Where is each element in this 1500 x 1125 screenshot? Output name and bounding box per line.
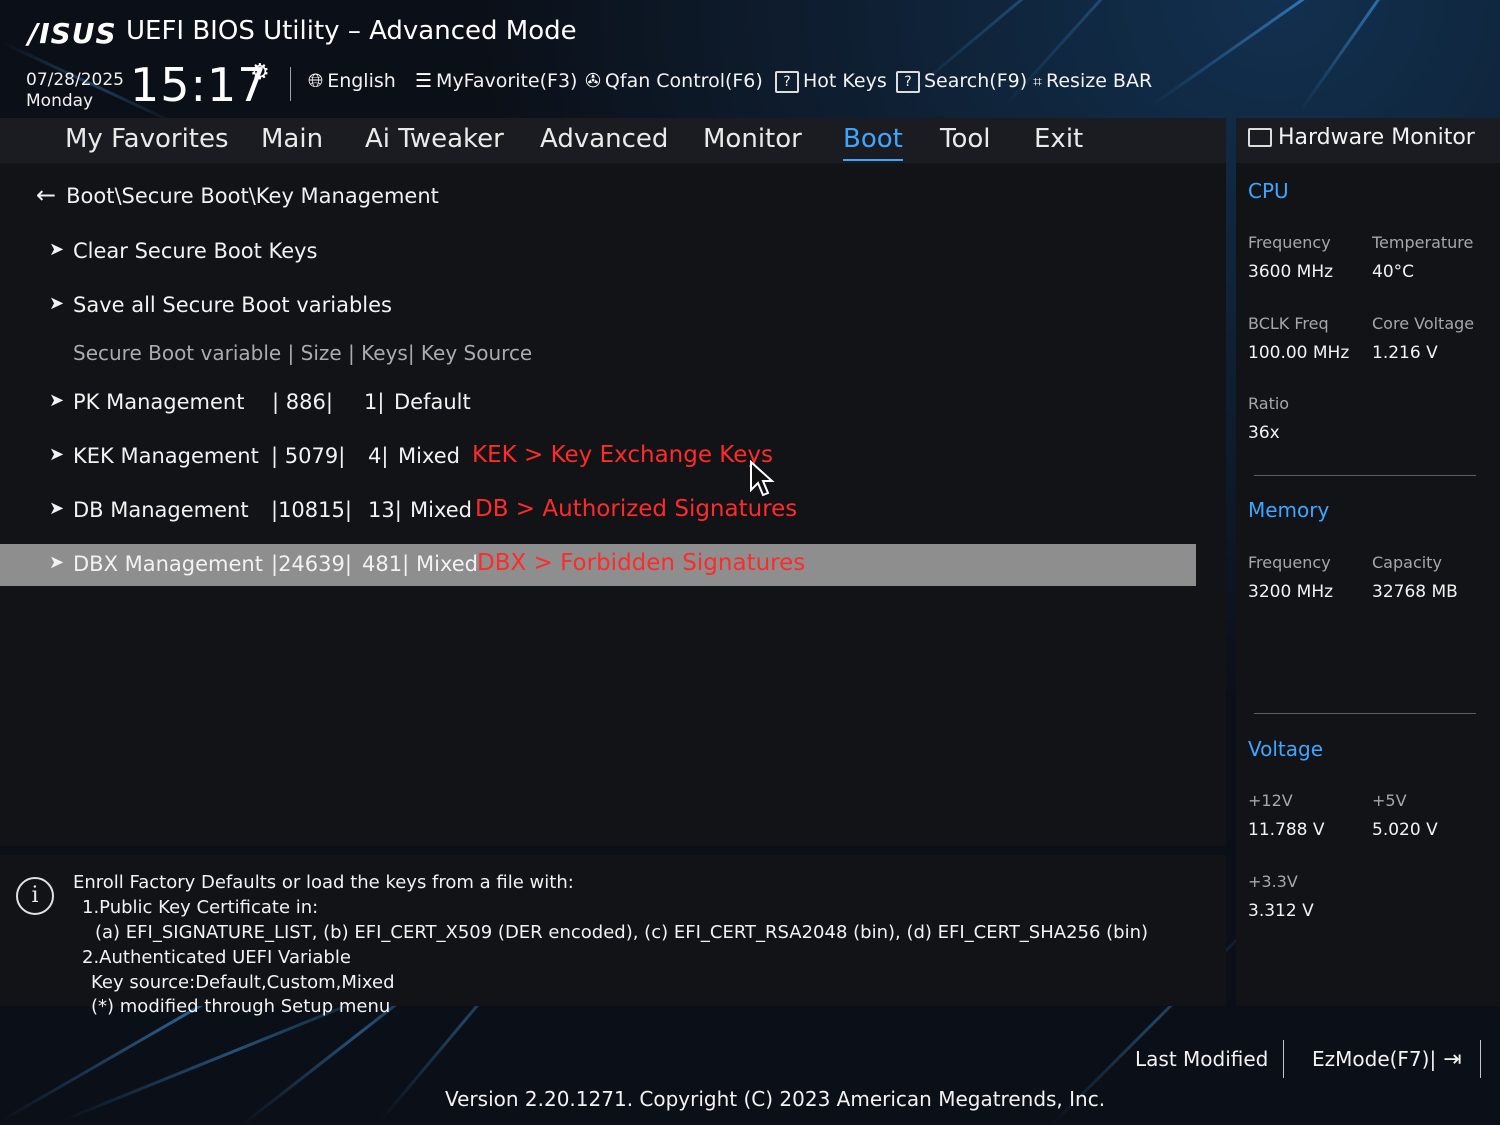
tab-tool[interactable]: Tool [940, 124, 991, 154]
chevron-right-icon: ➤ [49, 239, 65, 260]
help-line: (*) modified through Setup menu [91, 996, 391, 1017]
menu-item-db-management[interactable]: ➤ DB Management |10815| 13| Mixed DB > A… [0, 490, 1196, 532]
exit-arrow-icon: ⇥ [1436, 1047, 1462, 1072]
voltage-5v: 5.020 V [1372, 820, 1438, 840]
divider [1480, 1040, 1481, 1078]
ezmode-button[interactable]: EzMode(F7)| ⇥ [1312, 1047, 1462, 1072]
myfavorite-button[interactable]: ☰ MyFavorite(F3) [415, 70, 577, 92]
fan-icon: ✇ [585, 70, 601, 92]
voltage-section-title: Voltage [1248, 737, 1324, 761]
help-line: 2.Authenticated UEFI Variable [82, 947, 351, 968]
cpu-frequency: 3600 MHz [1248, 262, 1334, 282]
monitor-icon [1248, 128, 1272, 147]
breadcrumb[interactable]: ← Boot\Secure Boot\Key Management [36, 181, 439, 209]
divider [1283, 1040, 1284, 1078]
divider [1254, 475, 1476, 476]
globe-icon: 🌐︎ [308, 70, 324, 92]
hot-keys-button[interactable]: ? Hot Keys [775, 70, 887, 93]
chevron-right-icon: ➤ [49, 444, 65, 465]
search-icon: ? [896, 71, 920, 93]
menu-item-save-secure-boot-variables[interactable]: ➤ Save all Secure Boot variables [0, 285, 1196, 327]
weekday: Monday [26, 91, 94, 111]
hardware-monitor-panel: CPU Frequency Temperature 3600 MHz 40°C … [1236, 163, 1500, 1006]
divider [1254, 713, 1476, 714]
hardware-monitor-header: Hardware Monitor [1236, 118, 1500, 163]
cpu-temperature: 40°C [1372, 262, 1415, 282]
chevron-right-icon: ➤ [49, 498, 65, 519]
memory-section-title: Memory [1248, 498, 1330, 522]
menu-item-dbx-management[interactable]: ➤ DBX Management |24639| 481| Mixed DBX … [0, 544, 1196, 586]
info-icon: i [16, 877, 54, 915]
clock[interactable]: 15:17 [130, 58, 268, 112]
menu-item-kek-management[interactable]: ➤ KEK Management | 5079| 4| Mixed KEK > … [0, 436, 1196, 478]
tab-my-favorites[interactable]: My Favorites [65, 124, 229, 154]
last-modified-button[interactable]: Last Modified [1135, 1047, 1268, 1071]
date-display: 07/28/2025 Monday [26, 70, 124, 112]
annotation-dbx: DBX > Forbidden Signatures [477, 550, 806, 576]
language-button[interactable]: 🌐︎ English [308, 70, 396, 92]
asus-logo: /ISUS [28, 17, 117, 50]
cpu-bclk: 100.00 MHz [1248, 343, 1350, 363]
resize-bar-button[interactable]: ⌗ Resize BAR [1033, 70, 1152, 92]
resize-bar-icon: ⌗ [1033, 72, 1043, 91]
menu-item-clear-secure-boot-keys[interactable]: ➤ Clear Secure Boot Keys [0, 231, 1196, 273]
date: 07/28/2025 [26, 70, 124, 90]
table-header: Secure Boot variable | Size | Keys| Key … [73, 341, 533, 365]
help-line: (a) EFI_SIGNATURE_LIST, (b) EFI_CERT_X50… [95, 922, 1149, 943]
main-panel: ← Boot\Secure Boot\Key Management ➤ Clear… [0, 163, 1226, 846]
annotation-kek: KEK > Key Exchange Keys [472, 442, 773, 468]
help-line: Key source:Default,Custom,Mixed [91, 972, 395, 993]
tab-exit[interactable]: Exit [1034, 124, 1083, 154]
divider [290, 67, 291, 101]
header: /ISUS UEFI BIOS Utility – Advanced Mode … [0, 0, 1500, 118]
gear-icon[interactable]: ⚙ [250, 60, 270, 85]
tab-boot[interactable]: Boot [843, 124, 903, 161]
help-panel: i Enroll Factory Defaults or load the ke… [0, 855, 1226, 1017]
tab-bar: My Favorites Main Ai Tweaker Advanced Mo… [0, 118, 1226, 163]
list-icon: ☰ [415, 70, 433, 92]
tab-monitor[interactable]: Monitor [703, 124, 802, 154]
qfan-control-button[interactable]: ✇ Qfan Control(F6) [585, 70, 763, 92]
window-title: UEFI BIOS Utility – Advanced Mode [126, 16, 577, 46]
version-info: Version 2.20.1271. Copyright (C) 2023 Am… [445, 1087, 1106, 1111]
cpu-ratio: 36x [1248, 423, 1280, 443]
chevron-right-icon: ➤ [49, 390, 65, 411]
cpu-core-voltage: 1.216 V [1372, 343, 1438, 363]
mouse-cursor-icon [750, 460, 775, 497]
back-arrow-icon[interactable]: ← [36, 181, 56, 209]
menu-item-pk-management[interactable]: ➤ PK Management | 886| 1| Default [0, 382, 1196, 424]
help-line: Enroll Factory Defaults or load the keys… [73, 872, 574, 893]
tab-advanced[interactable]: Advanced [540, 124, 668, 154]
annotation-db: DB > Authorized Signatures [475, 496, 798, 522]
chevron-right-icon: ➤ [49, 293, 65, 314]
help-icon: ? [775, 71, 799, 93]
tab-ai-tweaker[interactable]: Ai Tweaker [365, 124, 504, 154]
memory-frequency: 3200 MHz [1248, 582, 1334, 602]
tab-main[interactable]: Main [261, 124, 323, 154]
memory-capacity: 32768 MB [1372, 582, 1458, 602]
search-button[interactable]: ? Search(F9) [896, 70, 1027, 93]
help-line: 1.Public Key Certificate in: [82, 897, 319, 918]
voltage-12v: 11.788 V [1248, 820, 1325, 840]
cpu-section-title: CPU [1248, 179, 1289, 203]
chevron-right-icon: ➤ [49, 552, 65, 573]
voltage-3v3: 3.312 V [1248, 901, 1314, 921]
